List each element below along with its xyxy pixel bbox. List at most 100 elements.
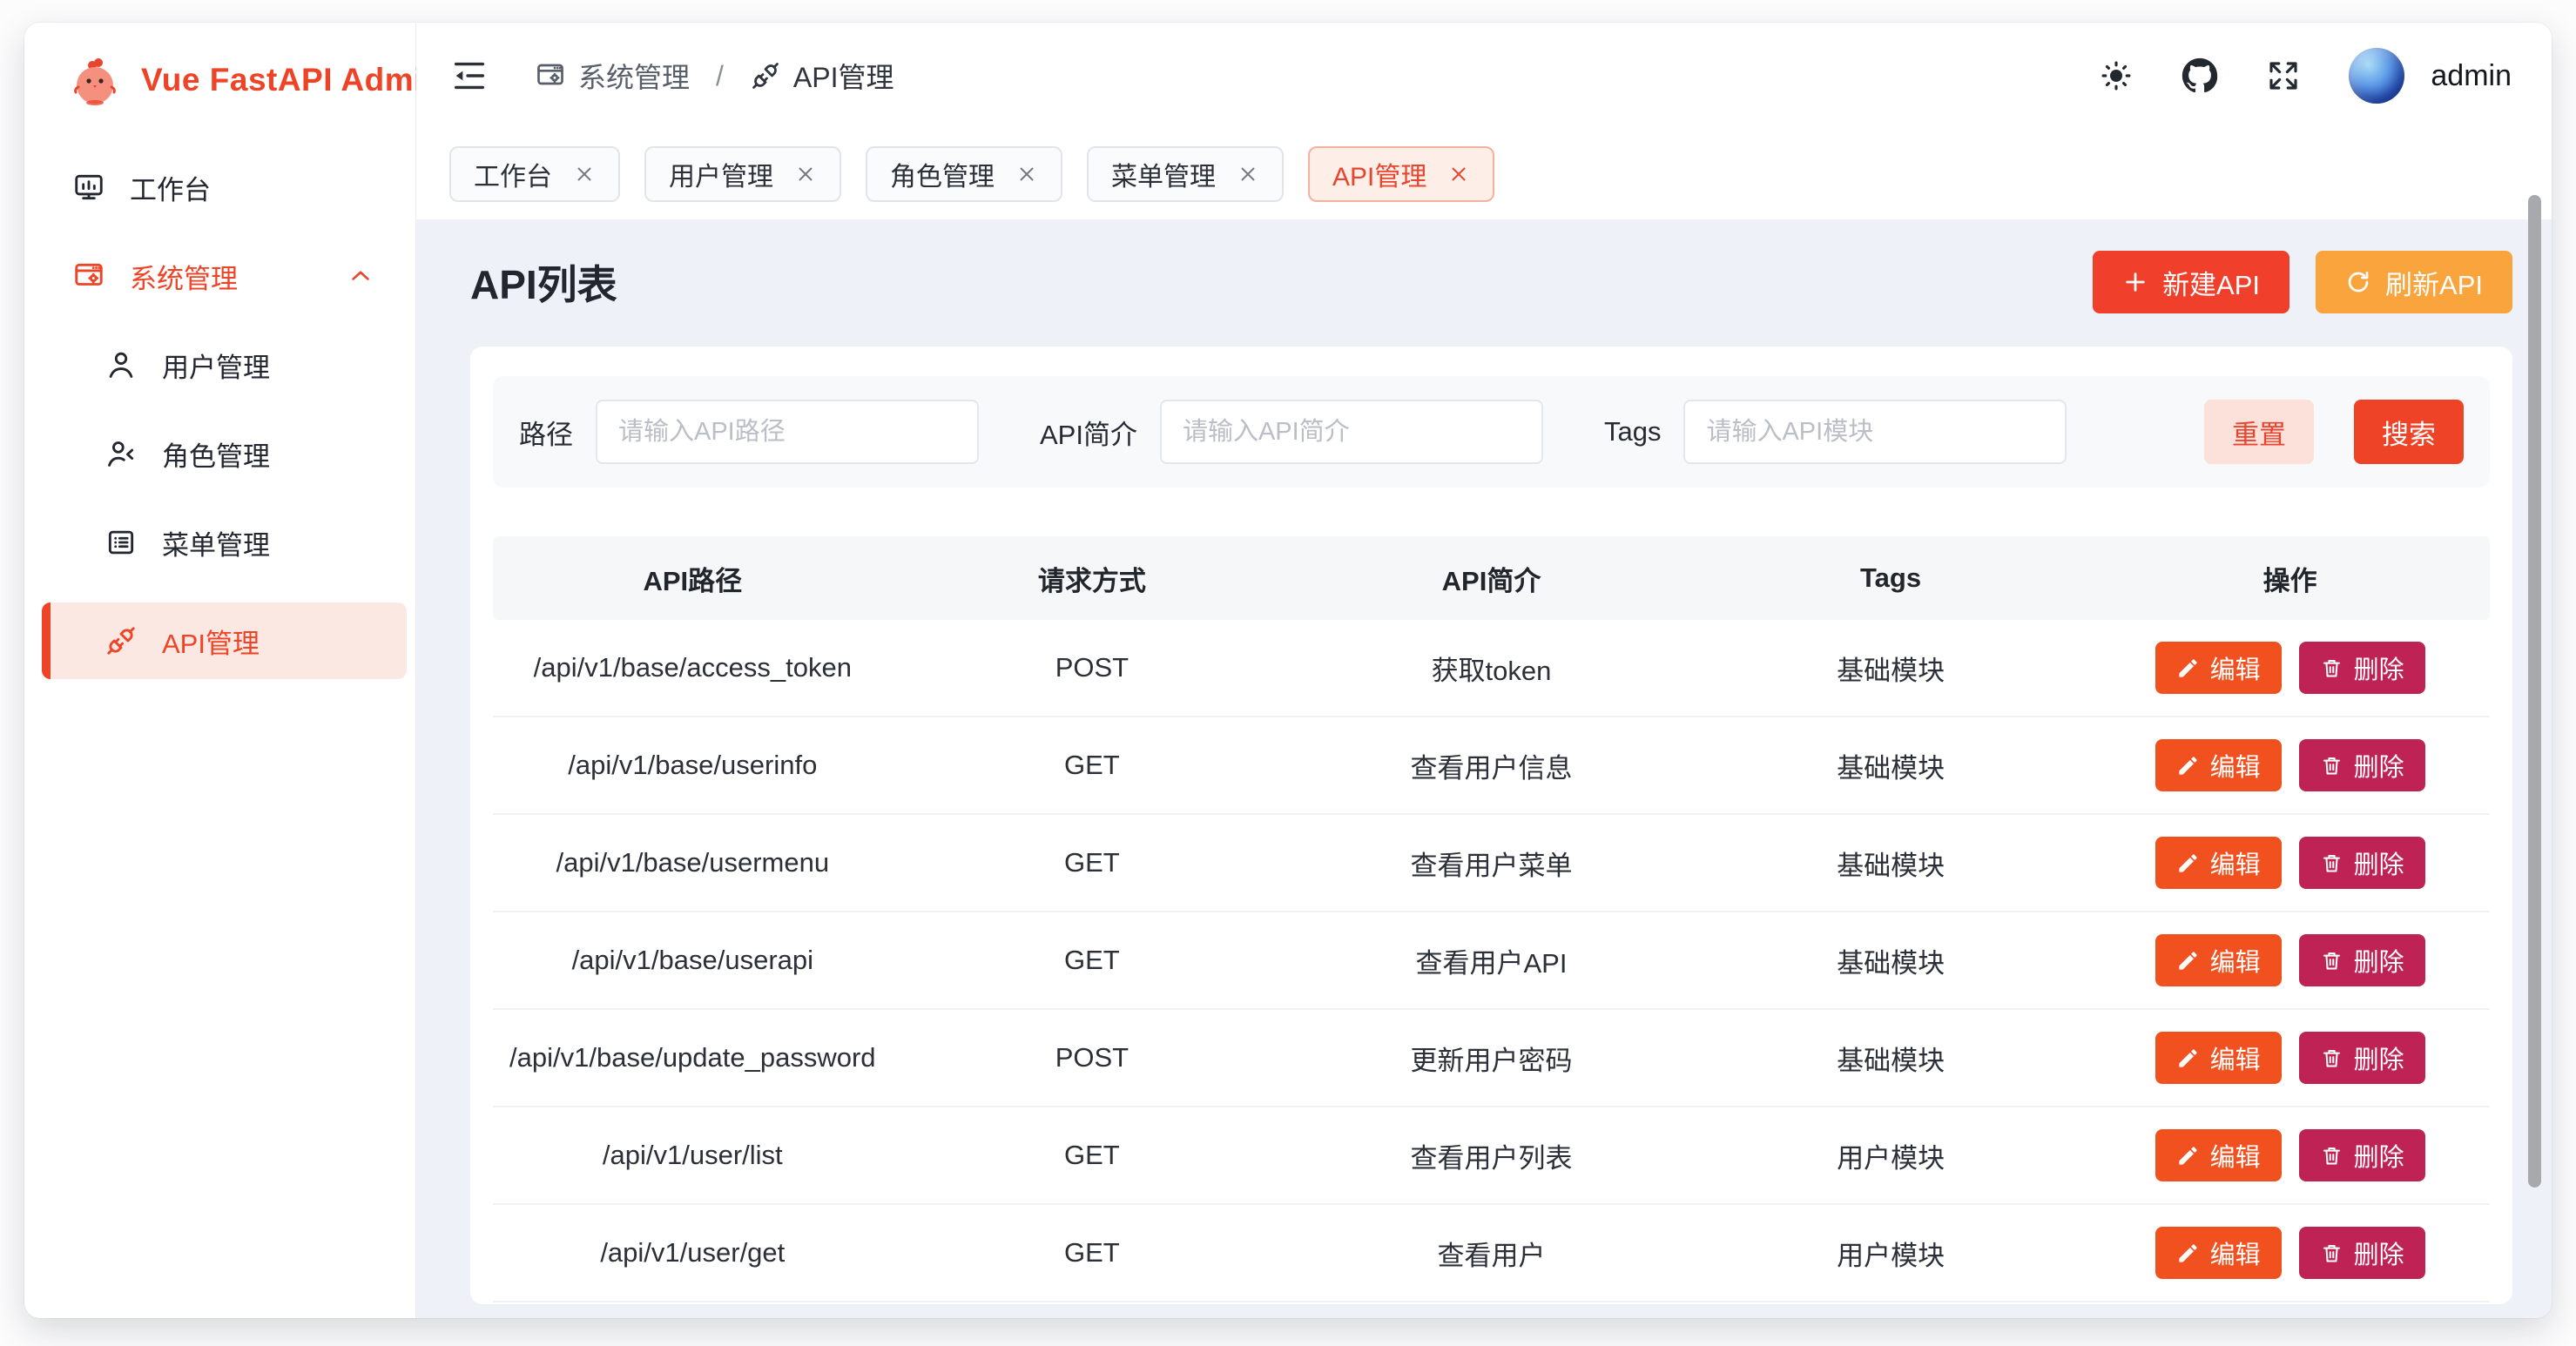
close-icon[interactable]	[1237, 163, 1259, 185]
pencil-icon	[2176, 656, 2200, 680]
delete-button[interactable]: 删除	[2299, 934, 2425, 986]
sidebar-item-roles[interactable]: 角色管理	[42, 425, 407, 482]
fullscreen-icon[interactable]	[2265, 57, 2302, 94]
delete-button[interactable]: 删除	[2299, 1227, 2425, 1279]
cell-tags: 用户模块	[1691, 1234, 2091, 1273]
edit-button[interactable]: 编辑	[2155, 1227, 2282, 1279]
delete-button[interactable]: 删除	[2299, 739, 2425, 791]
trash-icon	[2320, 1047, 2343, 1070]
cell-api-path: /api/v1/user/list	[493, 1140, 893, 1171]
trash-icon	[2320, 656, 2343, 680]
cell-method: GET	[893, 1140, 1292, 1171]
delete-button-label: 删除	[2354, 1235, 2404, 1271]
sidebar: Vue FastAPI Admin 工作台系统管理用户管理角色管理菜单管理 API…	[24, 23, 416, 1318]
edit-button[interactable]: 编辑	[2155, 934, 2282, 986]
close-icon[interactable]	[794, 163, 817, 185]
delete-button[interactable]: 删除	[2299, 1032, 2425, 1084]
table-body: /api/v1/base/access_tokenPOST获取token基础模块…	[493, 620, 2490, 1304]
avatar[interactable]	[2349, 48, 2404, 104]
edit-button[interactable]: 编辑	[2155, 1129, 2282, 1181]
summary-filter-input[interactable]	[1160, 400, 1543, 464]
delete-button[interactable]: 删除	[2299, 1129, 2425, 1181]
sidebar-item-label: 用户管理	[162, 346, 270, 385]
edit-button-label: 编辑	[2210, 649, 2261, 686]
table-header: API路径请求方式API简介Tags操作	[493, 536, 2490, 620]
cell-actions: 编辑 删除	[2090, 1032, 2490, 1084]
reset-button[interactable]: 重置	[2204, 400, 2314, 464]
tab-label: 用户管理	[669, 155, 773, 193]
pencil-icon	[2176, 949, 2200, 972]
edit-button-label: 编辑	[2210, 1235, 2261, 1271]
role-icon	[105, 437, 138, 470]
close-icon[interactable]	[1015, 163, 1038, 185]
tab-workbench[interactable]: 工作台	[449, 146, 620, 202]
delete-button[interactable]: 删除	[2299, 837, 2425, 889]
sidebar-item-menus[interactable]: 菜单管理	[42, 514, 407, 571]
sidebar-item-workbench[interactable]: 工作台	[42, 158, 407, 216]
table-row-partial	[493, 1302, 2490, 1304]
breadcrumb-system[interactable]: 系统管理	[535, 56, 690, 96]
cell-tags: 基础模块	[1691, 746, 2091, 785]
delete-button[interactable]: 删除	[2299, 642, 2425, 694]
tab-label: 工作台	[474, 155, 552, 193]
cell-summary: 更新用户密码	[1291, 1039, 1691, 1078]
tab-menus[interactable]: 菜单管理	[1087, 146, 1284, 202]
cell-api-path: /api/v1/user/get	[493, 1237, 893, 1269]
menu-list-icon	[105, 526, 138, 559]
refresh-api-button[interactable]: 刷新API	[2316, 251, 2512, 313]
scrollbar[interactable]	[2528, 195, 2541, 1188]
edit-button[interactable]: 编辑	[2155, 642, 2282, 694]
delete-button-label: 删除	[2354, 942, 2404, 979]
sidebar-item-label: 角色管理	[162, 434, 270, 474]
delete-button-label: 删除	[2354, 747, 2404, 784]
column-header: 操作	[2090, 559, 2490, 598]
system-icon	[535, 60, 566, 91]
close-icon[interactable]	[573, 163, 596, 185]
edit-button-label: 编辑	[2210, 942, 2261, 979]
tab-label: 菜单管理	[1111, 155, 1216, 193]
tab-users[interactable]: 用户管理	[644, 146, 841, 202]
cell-summary: 查看用户API	[1291, 941, 1691, 980]
create-api-button[interactable]: 新建API	[2093, 251, 2289, 313]
close-icon[interactable]	[1447, 163, 1470, 185]
pencil-icon	[2176, 1047, 2200, 1070]
cell-summary: 查看用户菜单	[1291, 844, 1691, 883]
delete-button-label: 删除	[2354, 1137, 2404, 1174]
cell-api-path: /api/v1/base/usermenu	[493, 847, 893, 878]
monitor-icon	[72, 171, 105, 204]
sidebar-item-users[interactable]: 用户管理	[42, 336, 407, 394]
sidebar-item-label: 系统管理	[130, 257, 238, 296]
main-area: 系统管理 / API管理 admin 工作台用户管理角色管理菜单管理API管理	[416, 23, 2552, 1318]
sidebar-item-system[interactable]: 系统管理	[42, 247, 407, 305]
delete-button-label: 删除	[2354, 1040, 2404, 1076]
filter-bar: 路径 API简介 Tags 重置 搜索	[493, 376, 2490, 488]
edit-button[interactable]: 编辑	[2155, 837, 2282, 889]
edit-button[interactable]: 编辑	[2155, 1032, 2282, 1084]
breadcrumb-api[interactable]: API管理	[750, 56, 894, 96]
cell-api-path: /api/v1/base/access_token	[493, 652, 893, 683]
github-icon[interactable]	[2182, 57, 2218, 94]
edit-button[interactable]: 编辑	[2155, 739, 2282, 791]
menu-fold-icon[interactable]	[449, 56, 489, 96]
cell-tags: 基础模块	[1691, 844, 2091, 883]
search-button[interactable]: 搜索	[2354, 400, 2464, 464]
tab-roles[interactable]: 角色管理	[866, 146, 1062, 202]
cell-tags: 基础模块	[1691, 941, 2091, 980]
user-icon	[105, 348, 138, 381]
cell-tags: 基础模块	[1691, 649, 2091, 688]
sidebar-item-apis[interactable]: API管理	[42, 602, 407, 679]
cell-actions: 编辑 删除	[2090, 739, 2490, 791]
table-row: /api/v1/base/update_passwordPOST更新用户密码基础…	[493, 1010, 2490, 1107]
cell-actions: 编辑 删除	[2090, 1227, 2490, 1279]
app-logo[interactable]: Vue FastAPI Admin	[24, 52, 415, 108]
app-title: Vue FastAPI Admin	[141, 62, 443, 98]
path-filter-input[interactable]	[596, 400, 979, 464]
summary-filter-label: API简介	[1040, 413, 1137, 452]
tab-apis[interactable]: API管理	[1308, 146, 1494, 202]
username[interactable]: admin	[2431, 59, 2512, 93]
tags-filter-input[interactable]	[1683, 400, 2067, 464]
table-row: /api/v1/base/userinfoGET查看用户信息基础模块编辑删除	[493, 717, 2490, 815]
theme-toggle-sun-icon[interactable]	[2098, 57, 2134, 94]
tabbar: 工作台 用户管理 角色管理 菜单管理 API管理	[416, 129, 2552, 219]
table-row: /api/v1/base/access_tokenPOST获取token基础模块…	[493, 620, 2490, 717]
